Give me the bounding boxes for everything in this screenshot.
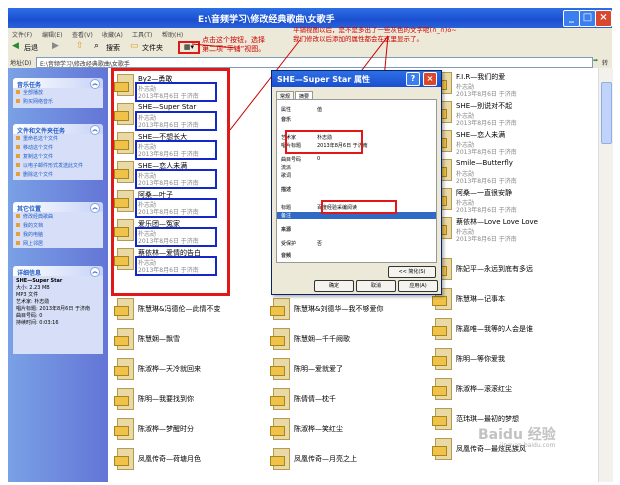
- prop-key: 流派: [281, 165, 292, 171]
- ok-button[interactable]: 确定: [314, 280, 354, 292]
- dialog-title: SHE—Super Star 属性: [277, 75, 370, 84]
- prop-row-protected[interactable]: 受保护 否: [281, 240, 322, 247]
- prop-key: 曲目号码: [281, 157, 302, 163]
- help-button[interactable]: ?: [406, 72, 420, 86]
- simple-view-button[interactable]: << 简化(S): [388, 266, 436, 278]
- prop-key: 属性: [281, 107, 292, 113]
- dialog-close-button[interactable]: ×: [423, 72, 437, 86]
- prop-row-title[interactable]: 标题 百度经验采编阅读: [281, 204, 357, 211]
- baidu-watermark: Baidu 经验: [478, 424, 556, 444]
- cancel-button[interactable]: 取消: [356, 280, 396, 292]
- prop-key: 备注: [281, 213, 292, 219]
- section-music: 音乐: [281, 117, 292, 123]
- section-description: 描述: [281, 187, 292, 193]
- highlight-title: [321, 200, 397, 214]
- prop-row-track[interactable]: 曲目号码 0: [281, 156, 320, 163]
- prop-value: 否: [317, 241, 323, 247]
- prop-value: 值: [317, 107, 323, 113]
- section-audio: 音频: [281, 253, 292, 259]
- prop-row-header: 属性 值: [281, 106, 322, 113]
- properties-dialog: SHE—Super Star 属性 ? × 常规 摘要 属性值 音乐 艺术家 朴志勋…: [271, 70, 442, 295]
- watermark-url: jingyan.baidu.com: [500, 442, 556, 449]
- summary-pane: 属性值 音乐 艺术家 朴志勋 唱片标题 2013年8月6日 于济南 曲目号码 0 流派…: [276, 99, 437, 263]
- prop-row-lyrics[interactable]: 歌词: [281, 172, 291, 179]
- prop-key: 标题: [281, 205, 292, 211]
- section-source: 来源: [281, 227, 292, 233]
- prop-key: 歌词: [281, 173, 292, 179]
- watermark-text: Baidu 经验: [478, 427, 556, 443]
- dialog-title-bar: SHE—Super Star 属性 ? ×: [272, 71, 441, 87]
- prop-value: 0: [317, 156, 321, 162]
- apply-button[interactable]: 应用(A): [398, 280, 438, 292]
- highlight-artist-album: [285, 130, 363, 154]
- prop-key: 受保护: [281, 241, 297, 247]
- prop-row-genre[interactable]: 流派: [281, 164, 291, 171]
